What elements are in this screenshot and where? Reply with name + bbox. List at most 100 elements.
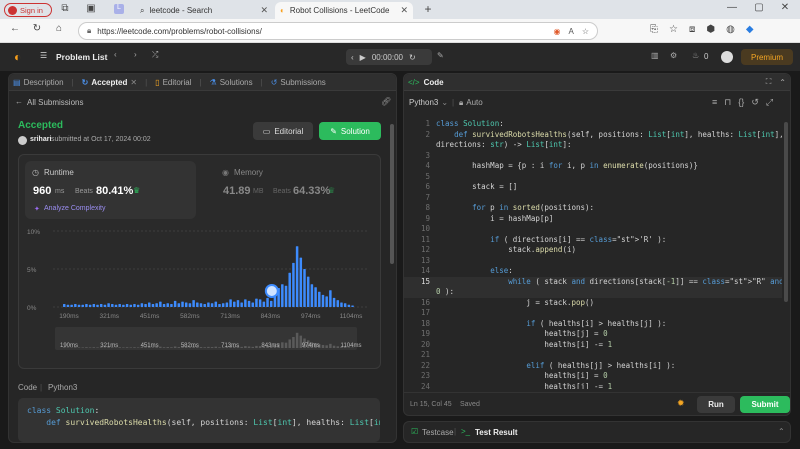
chart-bar xyxy=(229,299,232,307)
reset-icon[interactable]: ↻ xyxy=(409,53,416,62)
back-arrow-icon[interactable]: ← xyxy=(15,97,23,106)
premium-button[interactable]: Premium xyxy=(741,49,793,65)
format-icon[interactable]: ≡ xyxy=(712,97,717,108)
all-submissions-link[interactable]: All Submissions xyxy=(27,98,83,107)
tab-accepted[interactable]: ↻ Accepted ✕ xyxy=(82,78,137,87)
profile-button[interactable]: Sign in xyxy=(4,3,52,17)
problem-list-link[interactable]: Problem List xyxy=(56,52,107,62)
back-icon[interactable]: ← xyxy=(8,23,22,34)
play-icon[interactable]: ▶ xyxy=(360,53,366,62)
problem-list-icon[interactable]: ☰ xyxy=(40,51,47,60)
solution-button[interactable]: ✎ Solution xyxy=(319,122,381,140)
timer-widget[interactable]: ‹ ▶ 00:00:00 ↻ xyxy=(346,49,432,65)
mode-select[interactable]: 🔒︎ Auto xyxy=(459,98,483,108)
next-problem-icon[interactable]: › xyxy=(134,50,137,59)
close-icon[interactable]: ✕ xyxy=(130,78,137,87)
tab-test-result[interactable]: Test Result xyxy=(475,428,518,437)
tab-editorial[interactable]: ▯ Editorial xyxy=(155,78,191,87)
copilot-icon[interactable]: ◆ xyxy=(746,24,754,35)
collections-icon[interactable]: ⧈ xyxy=(689,24,695,35)
tab-favicon-l[interactable]: L xyxy=(114,4,124,14)
line-content: i = hashMap[p] xyxy=(436,213,554,223)
split-icon[interactable]: ⎘ xyxy=(650,24,658,35)
prev-problem-icon[interactable]: ‹ xyxy=(114,50,117,59)
debug-icon[interactable]: ✹ xyxy=(677,398,685,409)
refresh-icon[interactable]: ↻ xyxy=(30,23,44,34)
line-number: 6 xyxy=(425,182,430,191)
tab-description[interactable]: ▤ Description xyxy=(13,78,64,87)
new-tab-icon[interactable]: + xyxy=(421,2,435,16)
reset-icon[interactable]: ↺ xyxy=(751,97,759,108)
minimap-tick-label: 1104ms xyxy=(341,343,362,349)
home-icon[interactable]: ⌂ xyxy=(52,23,66,34)
extension-badge-icon[interactable]: ◉ xyxy=(554,27,561,36)
tab-testcase[interactable]: Testcase xyxy=(422,428,454,437)
tab-submissions[interactable]: ↺ Submissions xyxy=(271,78,326,87)
share-link-icon[interactable]: 🔗︎ xyxy=(381,97,391,106)
close-icon[interactable]: ✕ xyxy=(260,5,268,16)
workspaces-icon[interactable]: ⧉ xyxy=(58,3,72,14)
runtime-distribution-chart[interactable]: 10% 5% 0% 190ms 321ms 451ms 582ms 713ms 843ms 974… xyxy=(19,221,382,371)
minimap-bar xyxy=(281,342,284,348)
chart-bar xyxy=(133,303,136,307)
timer-collapse-icon[interactable]: ‹ xyxy=(351,53,354,62)
chart-bar xyxy=(314,287,317,307)
tab-solutions[interactable]: ⚗ Solutions xyxy=(210,78,253,87)
code-preview[interactable]: class Solution: def survivedRobotsHealth… xyxy=(18,398,380,442)
runtime-label: Runtime xyxy=(44,168,74,177)
bookmark-icon[interactable]: ⊓ xyxy=(724,97,731,108)
fire-icon[interactable]: ♨ xyxy=(692,51,699,60)
status-bar: Ln 15, Col 45 Saved ✹ Run Submit xyxy=(404,392,790,416)
tab-robot-collisions[interactable]: ◐ Robot Collisions - LeetCode ✕ xyxy=(275,2,413,19)
chart-bar xyxy=(159,301,162,307)
ext2-icon[interactable]: ◍ xyxy=(726,24,735,35)
line-content: j = stack.pop() xyxy=(436,297,595,307)
memory-card[interactable]: ◉ Memory 41.89 MB Beats 64.33% ♛ xyxy=(215,161,375,219)
ext-icon[interactable]: ⬢ xyxy=(706,24,715,35)
runtime-card[interactable]: ◷ Runtime 960 ms Beats 80.41% ♛ ✦ Analyz… xyxy=(25,161,196,219)
avatar[interactable] xyxy=(18,136,27,145)
tab-actions-icon[interactable]: ▣ xyxy=(84,3,98,14)
close-icon[interactable]: ✕ xyxy=(400,5,408,16)
favorites-icon[interactable]: ☆ xyxy=(669,24,678,35)
chart-bar xyxy=(240,302,243,307)
analyze-complexity-link[interactable]: Analyze Complexity xyxy=(44,205,105,212)
run-button[interactable]: Run xyxy=(697,396,735,413)
tab-label: Submissions xyxy=(280,77,326,87)
line-content: for p in sorted(positions): xyxy=(472,203,595,212)
editorial-button[interactable]: ▭ Editorial xyxy=(253,122,313,140)
code-editor[interactable]: 1 class Solution: 2 def survivedRobotsHeal… xyxy=(404,117,782,389)
chart-bar xyxy=(336,300,340,307)
left-scrollbar[interactable] xyxy=(390,124,394,264)
settings-icon[interactable]: ⚙ xyxy=(670,51,677,60)
collapse-icon[interactable]: ⌃ xyxy=(779,78,786,87)
window-close-icon[interactable]: ✕ xyxy=(778,2,792,13)
minimize-icon[interactable]: — xyxy=(725,2,739,13)
read-aloud-icon[interactable]: A xyxy=(568,27,573,36)
tab-label: leetcode - Search xyxy=(149,6,213,15)
braces-icon[interactable]: {} xyxy=(738,97,744,108)
terminal-icon: >_ xyxy=(461,427,471,436)
minimap-bar xyxy=(77,347,81,348)
fullscreen-icon[interactable]: ⤢ xyxy=(766,97,773,108)
language-select[interactable]: Python3 ⌄ xyxy=(409,98,448,107)
shuffle-icon[interactable]: ⤮ xyxy=(152,50,158,60)
leetcode-logo-icon[interactable]: ◐ xyxy=(14,50,21,64)
username[interactable]: srihari xyxy=(30,136,51,143)
layout-icon[interactable]: ▥ xyxy=(651,51,659,60)
user-avatar[interactable] xyxy=(721,51,733,63)
favorite-icon[interactable]: ☆ xyxy=(582,27,589,36)
tab-leetcode-search[interactable]: ⌕ leetcode - Search ✕ xyxy=(135,2,273,19)
expand-icon[interactable]: ⌃ xyxy=(778,427,785,436)
minimap-bar xyxy=(136,347,140,348)
address-bar[interactable]: 🔒︎ https://leetcode.com/problems/robot-c… xyxy=(78,22,598,40)
submit-button[interactable]: Submit xyxy=(740,396,790,413)
minimap-bar xyxy=(288,339,291,348)
note-icon[interactable]: ✎ xyxy=(437,51,444,60)
code-line: 1 class Solution: xyxy=(404,119,782,130)
expand-icon[interactable]: ⛶ xyxy=(766,77,772,87)
tab-label: Accepted xyxy=(91,77,128,87)
minimap-bar xyxy=(177,347,181,348)
editor-scrollbar[interactable] xyxy=(784,122,788,302)
maximize-icon[interactable]: ▢ xyxy=(752,2,766,13)
